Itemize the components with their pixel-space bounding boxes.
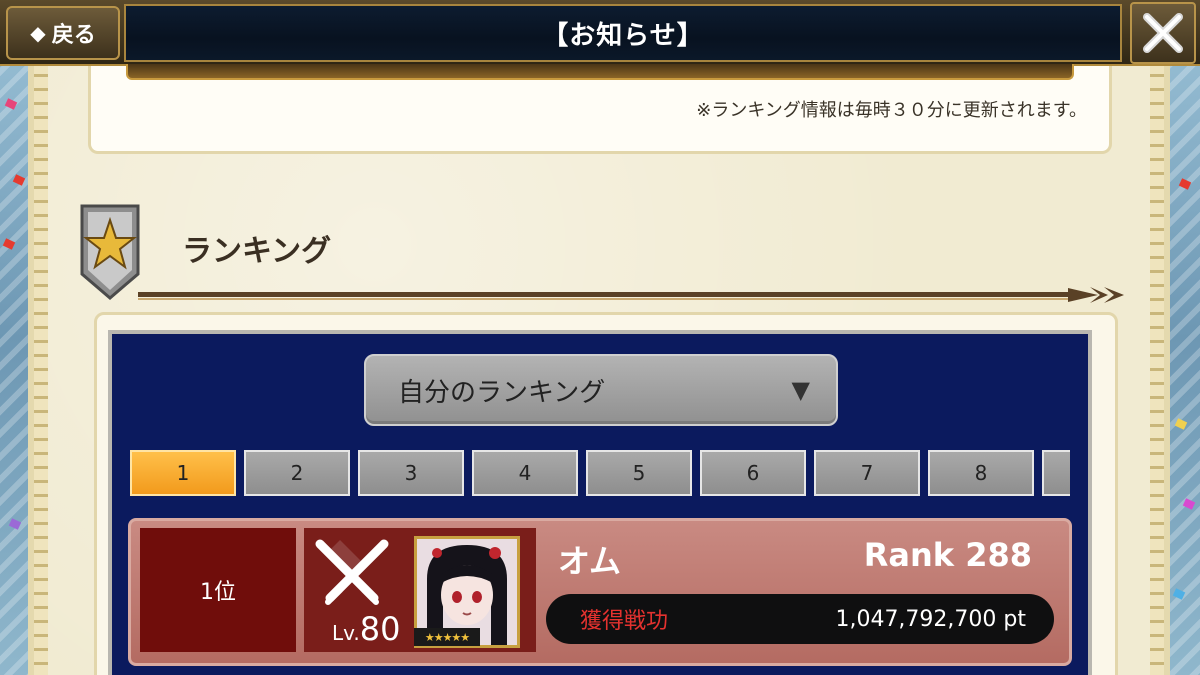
crossed-swords-icon [315,539,389,605]
level-prefix: Lv. [332,621,360,645]
player-rank: Rank 288 [863,536,1032,574]
page-tab-6[interactable]: 6 [700,450,806,496]
page-tab-1[interactable]: 1 [130,450,236,496]
page-tab-next-partial[interactable] [1042,450,1070,496]
section-divider [138,287,1124,303]
page-tabs: 1 2 3 4 5 6 7 8 [130,450,1070,496]
decorative-rail-right [1150,60,1164,675]
page-tab-5[interactable]: 5 [586,450,692,496]
dropdown-selected-value: 自分のランキング [398,377,606,408]
close-button[interactable] [1130,2,1196,64]
star-shield-icon [80,204,140,300]
title-bar: 【お知らせ】 [124,4,1122,62]
section-title: ランキング [182,234,332,269]
header-gold-strip [126,64,1074,80]
rank-position: 1位 [140,528,296,652]
level-value: 80 [359,610,401,648]
back-button-label: 戻る [51,23,96,48]
decorative-rail-left [34,60,48,675]
header-bar: ◆ 戻る 【お知らせ】 [0,0,1200,66]
score-pill: 獲得戦功 1,047,792,700 pt [546,594,1054,644]
update-notice-text: ※ランキング情報は毎時３０分に更新されます。 [696,100,1087,121]
player-name: オム [558,542,622,580]
page-tab-8[interactable]: 8 [928,450,1034,496]
rarity-stars: ★★★★★ [414,628,480,646]
back-button[interactable]: ◆ 戻る [6,6,120,60]
page-tab-2[interactable]: 2 [244,450,350,496]
page-tab-4[interactable]: 4 [472,450,578,496]
score-value: 1,047,792,700 pt [835,606,1026,632]
page-tab-7[interactable]: 7 [814,450,920,496]
back-arrow-icon: ◆ [30,21,46,45]
page-tab-3[interactable]: 3 [358,450,464,496]
character-level: Lv.80 [332,610,401,648]
page-title: 【お知らせ】 [542,20,704,51]
close-icon [1143,13,1183,53]
triangle-down-icon: ▼ [791,376,810,404]
score-label: 獲得戦功 [580,609,669,634]
ranking-type-dropdown[interactable]: 自分のランキング ▼ [364,354,838,426]
